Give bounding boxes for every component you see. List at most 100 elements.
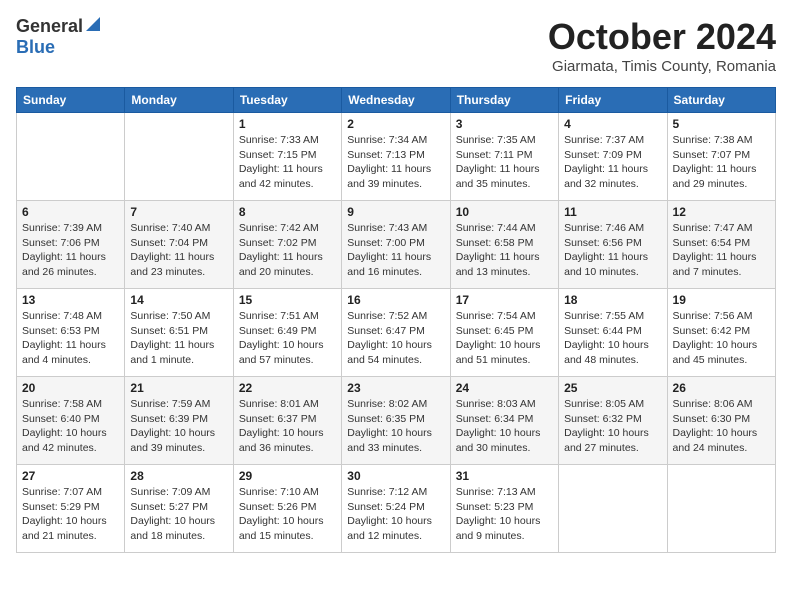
calendar-cell: 22 Sunrise: 8:01 AMSunset: 6:37 PMDayligh… xyxy=(233,377,341,465)
day-number: 7 xyxy=(130,205,227,219)
day-number: 31 xyxy=(456,469,553,483)
day-number: 13 xyxy=(22,293,119,307)
day-info: Sunrise: 8:06 AMSunset: 6:30 PMDaylight:… xyxy=(673,397,770,456)
day-number: 24 xyxy=(456,381,553,395)
day-info: Sunrise: 7:50 AMSunset: 6:51 PMDaylight:… xyxy=(130,309,227,368)
calendar-header-sunday: Sunday xyxy=(17,88,125,113)
day-number: 25 xyxy=(564,381,661,395)
day-number: 20 xyxy=(22,381,119,395)
day-info: Sunrise: 7:54 AMSunset: 6:45 PMDaylight:… xyxy=(456,309,553,368)
calendar-cell: 1Sunrise: 7:33 AMSunset: 7:15 PMDaylight… xyxy=(233,113,341,201)
calendar-header-row: SundayMondayTuesdayWednesdayThursdayFrid… xyxy=(17,88,776,113)
calendar-cell: 14 Sunrise: 7:50 AMSunset: 6:51 PMDayligh… xyxy=(125,289,233,377)
calendar-cell: 26Sunrise: 8:06 AMSunset: 6:30 PMDayligh… xyxy=(667,377,775,465)
calendar-cell: 23 Sunrise: 8:02 AMSunset: 6:35 PMDayligh… xyxy=(342,377,450,465)
day-number: 5 xyxy=(673,117,770,131)
day-info: Sunrise: 7:40 AMSunset: 7:04 PMDaylight:… xyxy=(130,221,227,280)
calendar-cell: 4 Sunrise: 7:37 AMSunset: 7:09 PMDaylight… xyxy=(559,113,667,201)
day-number: 21 xyxy=(130,381,227,395)
calendar-cell: 15 Sunrise: 7:51 AMSunset: 6:49 PMDayligh… xyxy=(233,289,341,377)
calendar-header-friday: Friday xyxy=(559,88,667,113)
day-number: 27 xyxy=(22,469,119,483)
day-number: 30 xyxy=(347,469,444,483)
calendar-header-saturday: Saturday xyxy=(667,88,775,113)
calendar-cell: 9Sunrise: 7:43 AMSunset: 7:00 PMDaylight… xyxy=(342,201,450,289)
day-number: 1 xyxy=(239,117,336,131)
day-info: Sunrise: 7:55 AMSunset: 6:44 PMDaylight:… xyxy=(564,309,661,368)
calendar-cell xyxy=(125,113,233,201)
logo-arrow-icon xyxy=(86,17,100,36)
day-info: Sunrise: 7:46 AMSunset: 6:56 PMDaylight:… xyxy=(564,221,661,280)
day-number: 4 xyxy=(564,117,661,131)
calendar-body: 1Sunrise: 7:33 AMSunset: 7:15 PMDaylight… xyxy=(17,113,776,553)
day-info: Sunrise: 7:42 AMSunset: 7:02 PMDaylight:… xyxy=(239,221,336,280)
day-number: 23 xyxy=(347,381,444,395)
calendar-cell xyxy=(667,465,775,553)
day-number: 16 xyxy=(347,293,444,307)
day-info: Sunrise: 7:10 AMSunset: 5:26 PMDaylight:… xyxy=(239,485,336,544)
day-number: 19 xyxy=(673,293,770,307)
calendar-cell: 2Sunrise: 7:34 AMSunset: 7:13 PMDaylight… xyxy=(342,113,450,201)
calendar-header-tuesday: Tuesday xyxy=(233,88,341,113)
day-info: Sunrise: 7:09 AMSunset: 5:27 PMDaylight:… xyxy=(130,485,227,544)
day-number: 3 xyxy=(456,117,553,131)
day-info: Sunrise: 7:13 AMSunset: 5:23 PMDaylight:… xyxy=(456,485,553,544)
calendar-cell xyxy=(559,465,667,553)
day-number: 11 xyxy=(564,205,661,219)
calendar-cell: 25 Sunrise: 8:05 AMSunset: 6:32 PMDayligh… xyxy=(559,377,667,465)
day-number: 6 xyxy=(22,205,119,219)
calendar-cell: 24Sunrise: 8:03 AMSunset: 6:34 PMDayligh… xyxy=(450,377,558,465)
calendar-cell: 30 Sunrise: 7:12 AMSunset: 5:24 PMDayligh… xyxy=(342,465,450,553)
calendar-header-monday: Monday xyxy=(125,88,233,113)
calendar-table: SundayMondayTuesdayWednesdayThursdayFrid… xyxy=(16,87,776,553)
header: General Blue October 2024 Giarmata, Timi… xyxy=(16,16,776,75)
day-info: Sunrise: 8:02 AMSunset: 6:35 PMDaylight:… xyxy=(347,397,444,456)
day-info: Sunrise: 7:47 AMSunset: 6:54 PMDaylight:… xyxy=(673,221,770,280)
day-number: 15 xyxy=(239,293,336,307)
calendar-cell: 19 Sunrise: 7:56 AMSunset: 6:42 PMDayligh… xyxy=(667,289,775,377)
title-area: October 2024 Giarmata, Timis County, Rom… xyxy=(548,16,776,75)
day-info: Sunrise: 7:48 AMSunset: 6:53 PMDaylight:… xyxy=(22,309,119,368)
day-info: Sunrise: 7:59 AMSunset: 6:39 PMDaylight:… xyxy=(130,397,227,456)
day-info: Sunrise: 7:38 AMSunset: 7:07 PMDaylight:… xyxy=(673,133,770,192)
logo-general-text: General xyxy=(16,16,83,37)
calendar-week-3: 13 Sunrise: 7:48 AMSunset: 6:53 PMDayligh… xyxy=(17,289,776,377)
day-info: Sunrise: 7:56 AMSunset: 6:42 PMDaylight:… xyxy=(673,309,770,368)
day-info: Sunrise: 7:51 AMSunset: 6:49 PMDaylight:… xyxy=(239,309,336,368)
day-number: 22 xyxy=(239,381,336,395)
day-number: 28 xyxy=(130,469,227,483)
calendar-cell: 31 Sunrise: 7:13 AMSunset: 5:23 PMDayligh… xyxy=(450,465,558,553)
day-number: 12 xyxy=(673,205,770,219)
day-number: 18 xyxy=(564,293,661,307)
day-number: 2 xyxy=(347,117,444,131)
calendar-week-1: 1Sunrise: 7:33 AMSunset: 7:15 PMDaylight… xyxy=(17,113,776,201)
logo-blue-text: Blue xyxy=(16,37,55,57)
calendar-cell: 21 Sunrise: 7:59 AMSunset: 6:39 PMDayligh… xyxy=(125,377,233,465)
calendar-week-5: 27 Sunrise: 7:07 AMSunset: 5:29 PMDayligh… xyxy=(17,465,776,553)
day-number: 10 xyxy=(456,205,553,219)
calendar-cell: 5 Sunrise: 7:38 AMSunset: 7:07 PMDaylight… xyxy=(667,113,775,201)
day-info: Sunrise: 8:05 AMSunset: 6:32 PMDaylight:… xyxy=(564,397,661,456)
day-info: Sunrise: 7:52 AMSunset: 6:47 PMDaylight:… xyxy=(347,309,444,368)
day-info: Sunrise: 7:35 AMSunset: 7:11 PMDaylight:… xyxy=(456,133,553,192)
calendar-cell: 13 Sunrise: 7:48 AMSunset: 6:53 PMDayligh… xyxy=(17,289,125,377)
calendar-cell: 27 Sunrise: 7:07 AMSunset: 5:29 PMDayligh… xyxy=(17,465,125,553)
day-info: Sunrise: 7:07 AMSunset: 5:29 PMDaylight:… xyxy=(22,485,119,544)
calendar-cell: 28 Sunrise: 7:09 AMSunset: 5:27 PMDayligh… xyxy=(125,465,233,553)
calendar-cell: 16 Sunrise: 7:52 AMSunset: 6:47 PMDayligh… xyxy=(342,289,450,377)
calendar-cell: 3 Sunrise: 7:35 AMSunset: 7:11 PMDaylight… xyxy=(450,113,558,201)
day-number: 14 xyxy=(130,293,227,307)
calendar-header-wednesday: Wednesday xyxy=(342,88,450,113)
day-info: Sunrise: 7:12 AMSunset: 5:24 PMDaylight:… xyxy=(347,485,444,544)
calendar-cell: 6Sunrise: 7:39 AMSunset: 7:06 PMDaylight… xyxy=(17,201,125,289)
calendar-cell: 12 Sunrise: 7:47 AMSunset: 6:54 PMDayligh… xyxy=(667,201,775,289)
month-title: October 2024 xyxy=(548,16,776,58)
calendar-week-4: 20Sunrise: 7:58 AMSunset: 6:40 PMDayligh… xyxy=(17,377,776,465)
calendar-cell: 17Sunrise: 7:54 AMSunset: 6:45 PMDayligh… xyxy=(450,289,558,377)
calendar-cell: 11 Sunrise: 7:46 AMSunset: 6:56 PMDayligh… xyxy=(559,201,667,289)
subtitle: Giarmata, Timis County, Romania xyxy=(548,58,776,75)
calendar-week-2: 6Sunrise: 7:39 AMSunset: 7:06 PMDaylight… xyxy=(17,201,776,289)
day-info: Sunrise: 7:37 AMSunset: 7:09 PMDaylight:… xyxy=(564,133,661,192)
day-info: Sunrise: 8:01 AMSunset: 6:37 PMDaylight:… xyxy=(239,397,336,456)
day-number: 29 xyxy=(239,469,336,483)
